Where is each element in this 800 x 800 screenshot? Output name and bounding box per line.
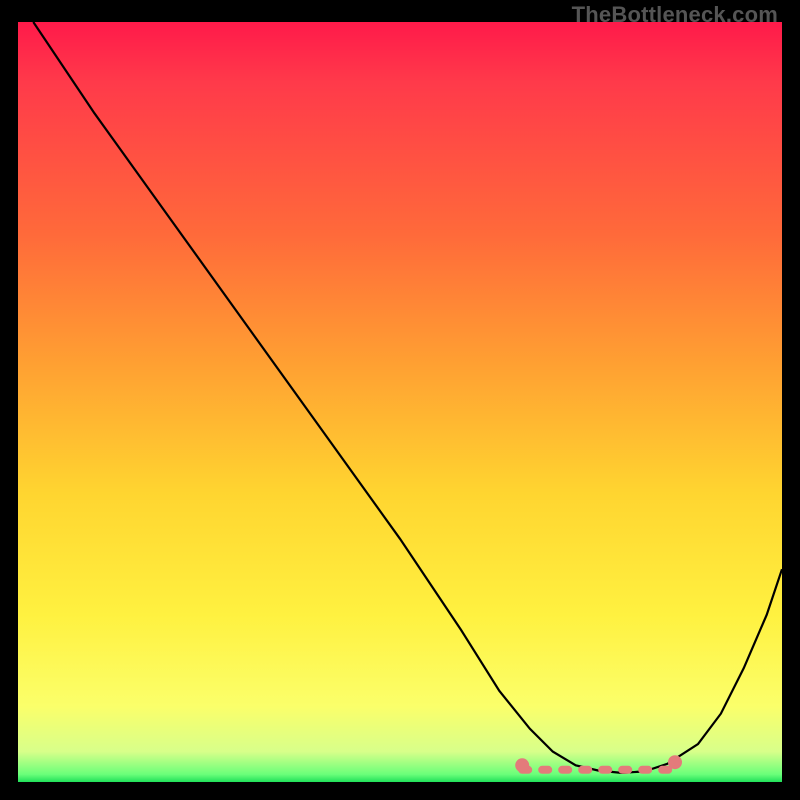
plot-area	[18, 22, 782, 782]
flat-region-start-marker	[515, 758, 529, 772]
bottleneck-curve	[33, 22, 782, 773]
chart-frame: TheBottleneck.com	[0, 0, 800, 800]
curve-svg	[18, 22, 782, 782]
flat-region-end-marker	[668, 755, 682, 769]
